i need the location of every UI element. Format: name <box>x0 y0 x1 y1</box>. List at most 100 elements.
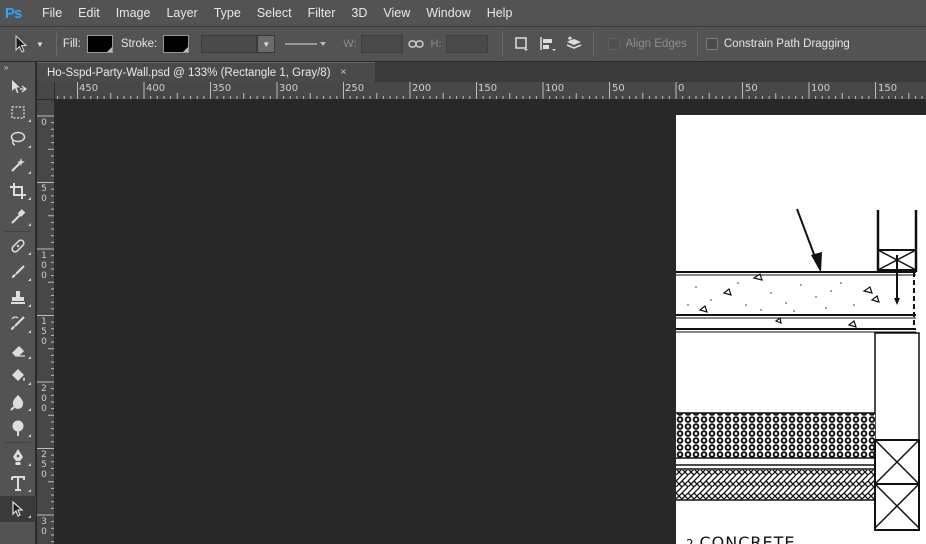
stroke-width-dropdown[interactable]: ▼ <box>257 35 276 53</box>
move-tool[interactable] <box>0 74 36 100</box>
app-logo: Ps <box>4 4 22 22</box>
drawing-label-prefix: 2 <box>686 537 700 544</box>
options-bar: ▼ Fill: Stroke: ▼ W: H: Align Edges Cons… <box>0 26 926 62</box>
ruler-origin[interactable] <box>37 82 55 100</box>
type-tool[interactable] <box>0 470 36 496</box>
menu-filter[interactable]: Filter <box>300 0 344 26</box>
menu-type[interactable]: Type <box>206 0 249 26</box>
width-label: W: <box>343 38 357 50</box>
magic-wand-tool[interactable] <box>0 152 36 178</box>
height-field[interactable] <box>445 35 488 53</box>
constrain-path-checkbox[interactable] <box>705 38 718 50</box>
magic-wand-icon <box>11 158 25 172</box>
eyedropper-icon <box>11 209 26 224</box>
history-brush-icon <box>11 316 25 330</box>
ruler-label: 150 <box>878 83 898 94</box>
tool-preset-picker[interactable]: ▼ <box>0 27 50 61</box>
separator <box>4 442 31 443</box>
document-tab-bar: Ho-Sspd-Party-Wall.psd @ 133% (Rectangle… <box>37 62 926 82</box>
bandage-icon <box>11 239 25 253</box>
ruler-label: 50 <box>612 83 625 94</box>
path-selection-icon <box>12 500 24 517</box>
path-selection-tool[interactable] <box>0 496 36 522</box>
document-tab[interactable]: Ho-Sspd-Party-Wall.psd @ 133% (Rectangle… <box>37 62 375 82</box>
vertical-ruler[interactable]: 0 50 100 150 200 250 30 <box>37 100 55 544</box>
stroke-type-picker[interactable] <box>281 35 329 53</box>
stamp-tool[interactable] <box>0 285 36 311</box>
menu-select[interactable]: Select <box>249 0 300 26</box>
stroke-width-field[interactable] <box>201 35 258 53</box>
pen-tool[interactable] <box>0 444 36 470</box>
brush-icon <box>12 265 25 278</box>
menu-help[interactable]: Help <box>479 0 521 26</box>
ruler-label: 0 <box>41 118 47 128</box>
stamp-icon <box>11 291 25 304</box>
menu-view[interactable]: View <box>375 0 418 26</box>
canvas-workspace[interactable]: 2 CONCRETE <box>56 101 926 544</box>
marquee-tool[interactable] <box>0 100 36 126</box>
path-operations-icon[interactable] <box>511 33 533 55</box>
paint-bucket-icon <box>12 369 25 381</box>
height-label: H: <box>430 38 442 50</box>
ruler-label: 400 <box>146 83 166 94</box>
align-edges-label: Align Edges <box>625 38 687 50</box>
healing-tool[interactable] <box>0 233 36 259</box>
drawing-label-text: CONCRETE <box>699 533 796 544</box>
align-edges-checkbox <box>607 38 620 50</box>
menu-window[interactable]: Window <box>418 0 478 26</box>
close-icon[interactable]: × <box>341 67 347 78</box>
eraser-tool[interactable] <box>0 337 36 363</box>
document-tab-title: Ho-Sspd-Party-Wall.psd @ 133% (Rectangle… <box>47 66 331 79</box>
type-icon <box>11 476 25 491</box>
path-selection-icon <box>15 35 28 53</box>
ruler-label: 100 <box>811 83 831 94</box>
chevron-down-icon: ▼ <box>36 39 44 49</box>
ruler-label: 150 <box>41 317 47 347</box>
separator <box>55 31 57 57</box>
move-icon <box>12 80 27 93</box>
width-field[interactable] <box>360 35 403 53</box>
menu-edit[interactable]: Edit <box>70 0 108 26</box>
separator <box>592 31 594 57</box>
chevron-down-icon: ▼ <box>262 39 271 49</box>
separator <box>4 231 31 232</box>
document-canvas[interactable]: 2 CONCRETE <box>676 115 926 544</box>
menu-image[interactable]: Image <box>108 0 159 26</box>
tools-panel: » <box>0 62 36 544</box>
ruler-label: 350 <box>212 83 232 94</box>
lasso-icon <box>10 131 26 146</box>
drawing-label: 2 CONCRETE <box>686 533 795 544</box>
horizontal-ruler[interactable]: 450 400 350 300 250 200 150 100 50 0 50 … <box>55 82 926 100</box>
menu-bar: Ps File Edit Image Layer Type Select Fil… <box>0 0 926 26</box>
ruler-label: 250 <box>41 450 47 480</box>
eyedropper-tool[interactable] <box>0 204 36 230</box>
ruler-label: 0 <box>678 83 685 94</box>
link-icon[interactable] <box>405 33 427 55</box>
pen-icon <box>13 449 23 465</box>
blur-icon <box>10 395 24 411</box>
marquee-icon <box>11 106 25 119</box>
ruler-label: 30 <box>41 517 47 537</box>
menu-3d[interactable]: 3D <box>343 0 375 26</box>
dodge-tool[interactable] <box>0 415 36 441</box>
crop-icon <box>10 183 26 199</box>
crop-tool[interactable] <box>0 178 36 204</box>
menu-layer[interactable]: Layer <box>158 0 205 26</box>
constrain-path-option[interactable]: Constrain Path Dragging <box>705 38 850 50</box>
brush-tool[interactable] <box>0 259 36 285</box>
separator <box>501 31 503 57</box>
constrain-path-label: Constrain Path Dragging <box>723 38 850 50</box>
lasso-tool[interactable] <box>0 126 36 152</box>
ruler-label: 450 <box>79 83 99 94</box>
stroke-swatch[interactable] <box>163 35 190 53</box>
history-brush-tool[interactable] <box>0 311 36 337</box>
fill-label: Fill: <box>62 38 81 50</box>
separator <box>696 31 698 57</box>
path-arrangement-icon[interactable] <box>563 33 585 55</box>
menu-file[interactable]: File <box>34 0 70 26</box>
blur-tool[interactable] <box>0 389 36 415</box>
paint-bucket-tool[interactable] <box>0 363 36 389</box>
panel-collapse-icon[interactable]: » <box>0 62 35 74</box>
path-alignment-icon[interactable] <box>537 33 559 55</box>
fill-swatch[interactable] <box>86 35 113 53</box>
